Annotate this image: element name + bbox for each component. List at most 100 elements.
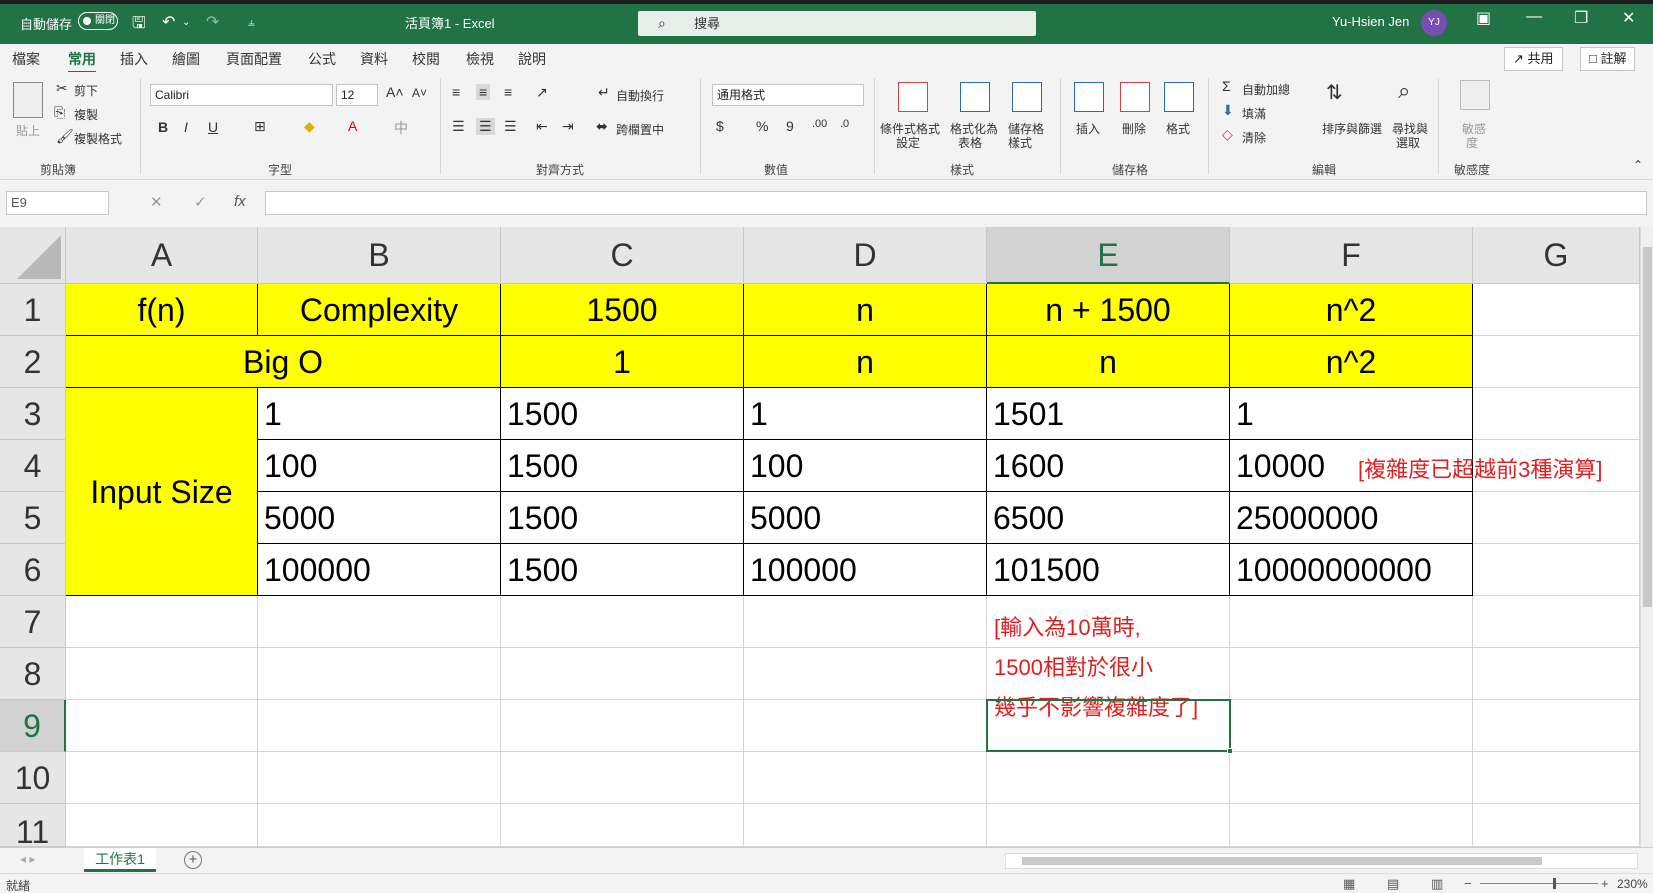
merge-center-label[interactable]: 跨欄置中: [616, 121, 664, 138]
cell-a1[interactable]: f(n): [66, 284, 258, 336]
spreadsheet-grid[interactable]: A B C D E F G 1 2 3 4 5 6 7 8 9 10 11 f(…: [0, 227, 1640, 850]
cell-b1[interactable]: Complexity: [258, 284, 501, 336]
sheet-tab-1[interactable]: 工作表1: [84, 848, 156, 872]
insert-cells-label[interactable]: 插入: [1076, 120, 1100, 137]
borders-icon[interactable]: ⊞: [254, 118, 266, 135]
restore-icon[interactable]: ❐: [1574, 8, 1588, 28]
cell-b10[interactable]: [258, 752, 501, 804]
avatar[interactable]: YJ: [1421, 10, 1447, 36]
cell-a2-merged[interactable]: Big O: [66, 336, 501, 388]
align-top-icon[interactable]: ≡: [452, 84, 460, 100]
cell-f1[interactable]: n^2: [1230, 284, 1473, 336]
cell-d1[interactable]: n: [744, 284, 987, 336]
cell-a10[interactable]: [66, 752, 258, 804]
row-header-8[interactable]: 8: [0, 648, 66, 700]
vertical-scroll-thumb[interactable]: [1643, 247, 1652, 607]
row-header-11[interactable]: 11: [0, 804, 66, 850]
minimize-icon[interactable]: —: [1526, 8, 1542, 26]
zoom-slider-knob[interactable]: [1553, 878, 1556, 889]
fill-color-icon[interactable]: ◆: [304, 118, 315, 135]
cell-c8[interactable]: [501, 648, 744, 700]
italic-icon[interactable]: I: [184, 119, 188, 135]
cell-c5[interactable]: 1500: [501, 492, 744, 544]
conditional-formatting-label-2[interactable]: 設定: [896, 134, 920, 151]
delete-cells-icon[interactable]: [1120, 82, 1150, 112]
user-name[interactable]: Yu-Hsien Jen: [1332, 14, 1409, 29]
cell-styles-label-2[interactable]: 樣式: [1008, 134, 1032, 151]
row-header-2[interactable]: 2: [0, 336, 66, 388]
cell-c2[interactable]: 1: [501, 336, 744, 388]
zoom-out-icon[interactable]: −: [1464, 876, 1472, 891]
column-header-e[interactable]: E: [987, 227, 1230, 284]
wrap-text-icon[interactable]: ↵: [598, 84, 610, 101]
column-header-c[interactable]: C: [501, 227, 744, 284]
cell-c4[interactable]: 1500: [501, 440, 744, 492]
formula-input[interactable]: [265, 191, 1647, 215]
increase-indent-icon[interactable]: ⇥: [562, 118, 574, 135]
cell-f9[interactable]: [1230, 700, 1473, 752]
row-header-5[interactable]: 5: [0, 492, 66, 544]
find-select-icon[interactable]: ⌕: [1398, 78, 1410, 104]
cell-b7[interactable]: [258, 596, 501, 648]
share-button[interactable]: ↗ 共用: [1504, 47, 1563, 71]
copy-icon[interactable]: ⎘: [54, 104, 65, 121]
undo-icon[interactable]: ↶: [162, 12, 175, 32]
cell-b9[interactable]: [258, 700, 501, 752]
cell-d10[interactable]: [744, 752, 987, 804]
align-middle-icon[interactable]: ≡: [476, 84, 491, 100]
cell-g9[interactable]: [1473, 700, 1640, 752]
menu-data[interactable]: 資料: [360, 49, 388, 69]
format-painter-label[interactable]: 複製格式: [74, 130, 122, 147]
clear-label[interactable]: 清除: [1242, 129, 1266, 146]
zoom-level[interactable]: 230%: [1617, 877, 1648, 891]
cell-c9[interactable]: [501, 700, 744, 752]
ribbon-display-icon[interactable]: ▣: [1476, 8, 1491, 28]
paste-icon[interactable]: [13, 82, 43, 118]
cell-c7[interactable]: [501, 596, 744, 648]
customize-toolbar-icon[interactable]: ⫨: [248, 15, 255, 30]
cell-d3[interactable]: 1: [744, 388, 987, 440]
row-header-3[interactable]: 3: [0, 388, 66, 440]
format-as-table-icon[interactable]: [960, 82, 990, 112]
cell-c6[interactable]: 1500: [501, 544, 744, 596]
paste-label[interactable]: 貼上: [16, 122, 40, 139]
zoom-slider[interactable]: [1480, 878, 1598, 889]
cell-c1[interactable]: 1500: [501, 284, 744, 336]
cell-e4[interactable]: 1600: [987, 440, 1230, 492]
cell-c11[interactable]: [501, 804, 744, 847]
page-break-view-icon[interactable]: ▥: [1431, 876, 1443, 892]
phonetic-icon[interactable]: 中: [394, 118, 408, 138]
cell-d4[interactable]: 100: [744, 440, 987, 492]
cell-a7[interactable]: [66, 596, 258, 648]
comma-icon[interactable]: 9: [786, 118, 794, 134]
menu-home[interactable]: 常用: [68, 49, 96, 74]
vertical-scrollbar[interactable]: [1640, 227, 1653, 847]
align-left-icon[interactable]: ☰: [452, 118, 465, 135]
cell-e5[interactable]: 6500: [987, 492, 1230, 544]
sort-filter-label[interactable]: 排序與篩選: [1322, 120, 1382, 137]
menu-view[interactable]: 檢視: [466, 49, 494, 69]
cell-g8[interactable]: [1473, 648, 1640, 700]
column-header-g[interactable]: G: [1473, 227, 1640, 284]
cell-d2[interactable]: n: [744, 336, 987, 388]
increase-decimal-icon[interactable]: .00: [812, 118, 827, 130]
collapse-ribbon-icon[interactable]: ⌃: [1633, 158, 1643, 172]
decrease-indent-icon[interactable]: ⇤: [536, 118, 548, 135]
cell-a8[interactable]: [66, 648, 258, 700]
comment-button[interactable]: □ 註解: [1580, 47, 1636, 71]
cell-b11[interactable]: [258, 804, 501, 847]
autosave-toggle[interactable]: 關閉: [78, 12, 118, 30]
fill-label[interactable]: 填滿: [1242, 105, 1266, 122]
cell-f8[interactable]: [1230, 648, 1473, 700]
sensitivity-icon[interactable]: [1460, 80, 1490, 110]
autosum-icon[interactable]: Σ: [1222, 78, 1231, 94]
cell-g10[interactable]: [1473, 752, 1640, 804]
close-icon[interactable]: ✕: [1622, 8, 1635, 28]
cell-f3[interactable]: 1: [1230, 388, 1473, 440]
align-bottom-icon[interactable]: ≡: [504, 84, 512, 100]
percent-icon[interactable]: %: [756, 118, 768, 134]
cell-b8[interactable]: [258, 648, 501, 700]
cell-g7[interactable]: [1473, 596, 1640, 648]
insert-function-icon[interactable]: fx: [234, 193, 246, 210]
decrease-decimal-icon[interactable]: .0: [840, 118, 849, 130]
